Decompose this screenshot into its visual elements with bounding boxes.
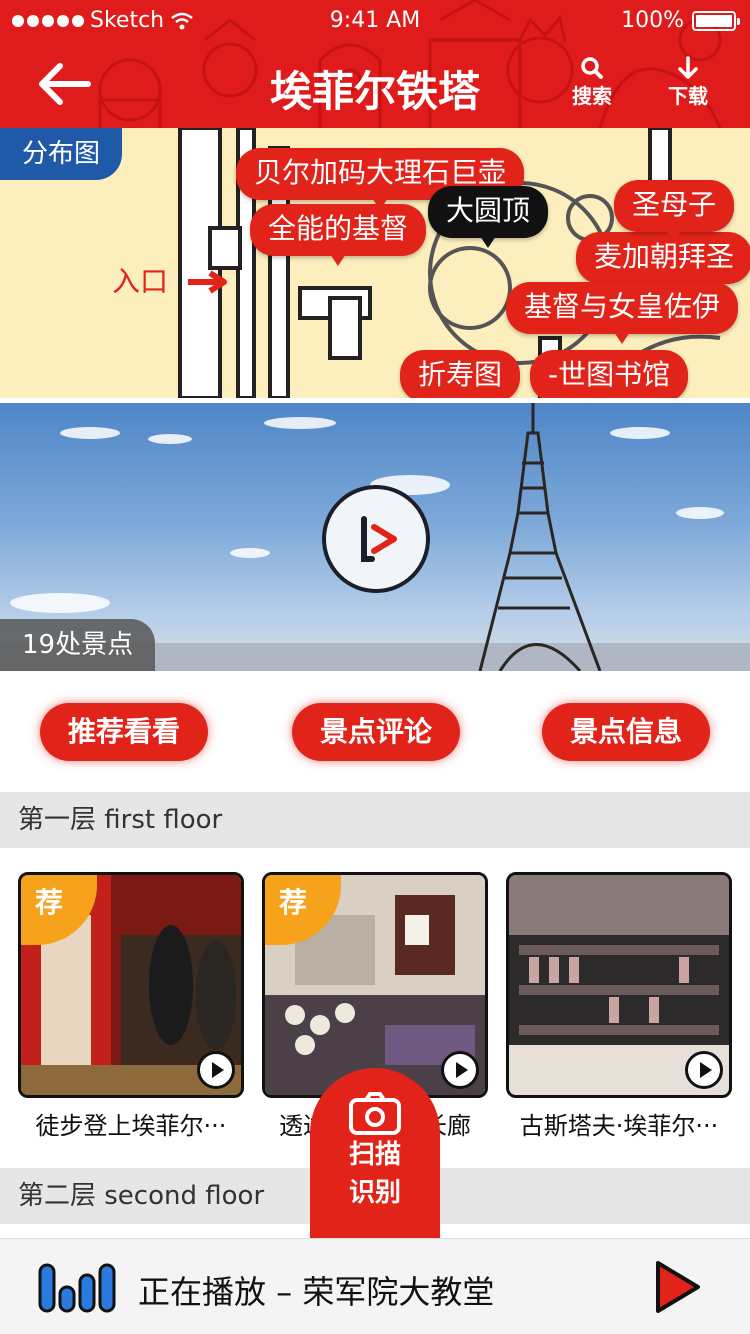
item-play-icon[interactable] <box>685 1051 723 1089</box>
entrance-arrow-icon <box>188 270 227 294</box>
audio-player-bar[interactable]: 正在播放 – 荣军院大教堂 <box>0 1238 750 1334</box>
comments-button[interactable]: 景点评论 <box>292 703 460 761</box>
download-label: 下载 <box>668 84 708 108</box>
identify-label: 识别 <box>348 1178 401 1208</box>
hero-video[interactable]: 19处景点 <box>0 403 750 671</box>
download-button[interactable]: 下载 <box>658 56 718 109</box>
item-thumbnail: 荐 <box>262 872 488 1098</box>
action-buttons: 推荐看看 景点评论 景点信息 <box>0 703 750 763</box>
search-label: 搜索 <box>572 84 612 108</box>
scan-identify-button[interactable]: 扫描 识别 <box>310 1068 440 1238</box>
item-thumbnail <box>506 872 732 1098</box>
floor-plan-map[interactable]: 分布图 入口 贝尔加码大理石巨壶 全能的基督 麦加朝拜圣 圣母子 大圆顶 基督与… <box>0 128 750 398</box>
search-icon <box>581 57 603 79</box>
recommend-button[interactable]: 推荐看看 <box>40 703 208 761</box>
player-play-button[interactable] <box>652 1259 702 1315</box>
search-button[interactable]: 搜索 <box>562 56 622 109</box>
item-title: 古斯塔夫·埃菲尔··· <box>519 1112 719 1140</box>
map-pin[interactable]: 基督与女皇佐伊 <box>506 282 739 344</box>
map-pin[interactable]: 圣母子 <box>614 180 735 242</box>
page-title: 埃菲尔铁塔 <box>269 67 480 116</box>
status-bar: Sketch 9:41 AM 100% <box>0 8 750 38</box>
list-item[interactable]: 荐 徒步登上埃菲尔··· <box>18 872 244 1141</box>
camera-icon <box>349 1092 401 1135</box>
map-distribution-tag: 分布图 <box>0 128 123 180</box>
item-thumbnail: 荐 <box>18 872 244 1098</box>
map-pin[interactable]: -世图书馆 <box>530 350 689 398</box>
item-title: 徒步登上埃菲尔··· <box>35 1112 227 1140</box>
app-header: Sketch 9:41 AM 100% 埃菲尔铁塔 搜索 下载 <box>0 0 750 128</box>
video-play-button[interactable] <box>322 485 430 593</box>
map-pin[interactable]: 麦加朝拜圣 <box>576 232 750 294</box>
map-pin[interactable]: 折寿图 <box>400 350 521 398</box>
map-pin-selected[interactable]: 大圆顶 <box>428 186 549 248</box>
download-icon <box>678 56 698 79</box>
audio-bars-icon <box>38 1263 116 1313</box>
battery-icon <box>692 10 740 31</box>
info-button[interactable]: 景点信息 <box>542 703 710 761</box>
scan-label: 扫描 <box>348 1140 401 1170</box>
spots-count-badge: 19处景点 <box>0 619 156 671</box>
item-play-icon[interactable] <box>441 1051 479 1089</box>
now-playing-text: 正在播放 – 荣军院大教堂 <box>138 1273 495 1311</box>
floor-header-1: 第一层 first floor <box>0 792 750 848</box>
battery-percent: 100% <box>621 8 684 33</box>
map-pin[interactable]: 全能的基督 <box>250 204 427 266</box>
entrance-label: 入口 <box>112 265 169 298</box>
item-play-icon[interactable] <box>197 1051 235 1089</box>
list-item[interactable]: 古斯塔夫·埃菲尔··· <box>506 872 732 1141</box>
play-icon <box>361 516 397 562</box>
